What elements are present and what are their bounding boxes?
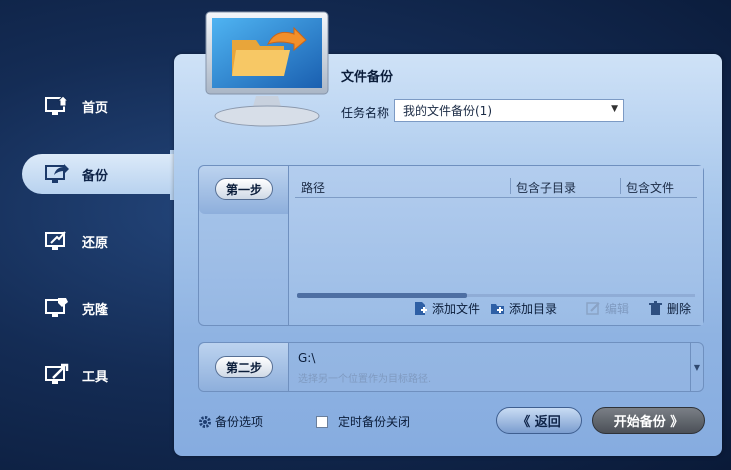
sidebar-item-tools[interactable]: 工具: [22, 355, 182, 395]
trash-icon: [649, 301, 662, 315]
tools-monitor-icon: [45, 363, 69, 384]
gear-icon: [199, 415, 211, 428]
delete-label: 删除: [667, 302, 692, 316]
add-file-label: 添加文件: [432, 302, 481, 316]
backup-options-label: 备份选项: [215, 415, 264, 429]
edit-label: 编辑: [605, 302, 630, 316]
start-backup-button[interactable]: 开始备份 》: [592, 407, 705, 434]
sidebar-item-clone[interactable]: 克隆: [22, 288, 182, 328]
edit-icon: [586, 302, 600, 315]
step2-label: 第二步: [215, 356, 273, 378]
backup-options-link[interactable]: 备份选项: [198, 413, 263, 430]
sidebar-item-restore[interactable]: 还原: [22, 221, 182, 261]
add-directory-label: 添加目录: [509, 302, 558, 316]
add-file-button[interactable]: 添加文件: [413, 300, 480, 317]
table-header: 路径 包含子目录 包含文件: [295, 174, 697, 198]
column-divider: [510, 178, 511, 194]
step2-tab: 第二步: [199, 343, 289, 391]
backup-monitor-icon: [45, 164, 69, 183]
column-divider: [620, 178, 621, 194]
task-name-label: 任务名称: [341, 106, 390, 120]
step1-tab: 第一步: [199, 166, 289, 214]
sidebar-item-label: 首页: [82, 100, 109, 116]
scrollbar-thumb[interactable]: [297, 293, 467, 298]
add-folder-icon: [491, 304, 504, 314]
clone-monitor-icon: [45, 298, 68, 317]
schedule-label: 定时备份关闭: [338, 415, 411, 429]
column-path[interactable]: 路径: [301, 179, 325, 196]
source-file-list[interactable]: 路径 包含子目录 包含文件 添加文件 添加目录 编辑 删除: [288, 166, 703, 325]
add-directory-button[interactable]: 添加目录: [490, 300, 557, 317]
sidebar-item-label: 备份: [82, 168, 109, 184]
file-backup-monitor-icon: [205, 11, 329, 127]
column-include-subdirs[interactable]: 包含子目录: [516, 179, 576, 196]
sidebar-item-label: 还原: [82, 235, 109, 251]
page-title: 文件备份: [341, 70, 394, 85]
chevron-down-icon: ▼: [611, 104, 618, 114]
destination-value: G:\: [298, 351, 316, 365]
add-file-icon: [415, 302, 427, 315]
destination-hint: 选择另一个位置作为目标路径.: [298, 374, 432, 385]
schedule-backup-toggle[interactable]: 定时备份关闭: [316, 413, 410, 430]
sidebar-item-backup[interactable]: 备份: [22, 154, 182, 194]
sidebar-item-home[interactable]: 首页: [22, 86, 182, 126]
column-include-files[interactable]: 包含文件: [626, 179, 674, 196]
sidebar-item-label: 工具: [82, 369, 109, 385]
task-name-value: 我的文件备份(1): [403, 104, 492, 118]
restore-monitor-icon: [45, 231, 66, 250]
sidebar-item-label: 克隆: [82, 302, 109, 318]
step1-label: 第一步: [215, 178, 273, 200]
destination-select[interactable]: G:\ 选择另一个位置作为目标路径. ▼: [288, 343, 703, 391]
chevron-down-icon[interactable]: ▼: [690, 343, 703, 391]
edit-button[interactable]: 编辑: [586, 300, 629, 317]
delete-button[interactable]: 删除: [648, 300, 691, 317]
task-name-select[interactable]: 我的文件备份(1) ▼: [394, 99, 624, 122]
home-monitor-icon: [45, 95, 70, 115]
schedule-checkbox[interactable]: [316, 415, 328, 428]
back-button[interactable]: 《 返回: [496, 407, 582, 434]
